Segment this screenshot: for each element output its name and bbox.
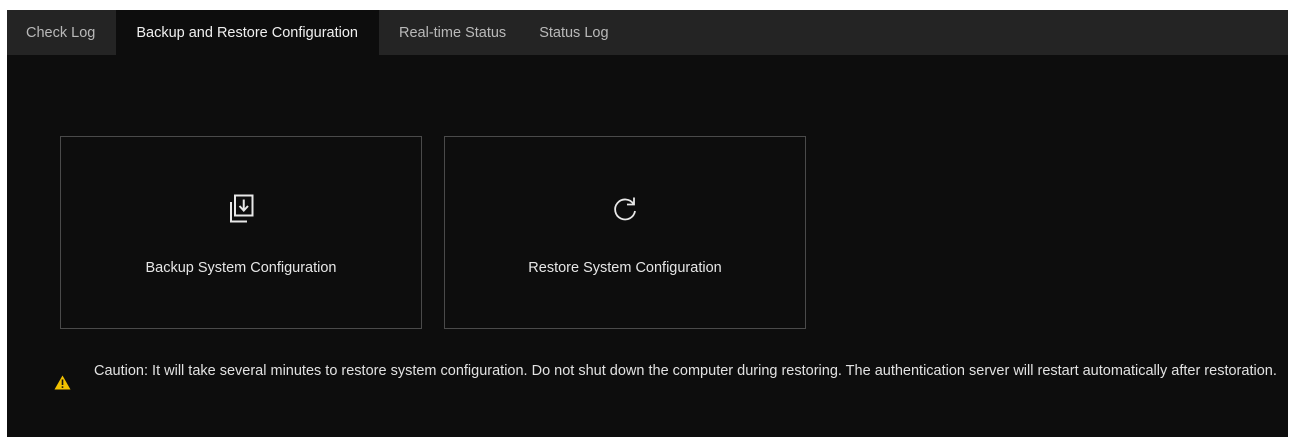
window-frame: Check Log Backup and Restore Configurati… (0, 0, 1295, 437)
caution-text: Caution: It will take several minutes to… (94, 363, 1277, 379)
tab-check-log[interactable]: Check Log (7, 10, 116, 55)
main-panel: Check Log Backup and Restore Configurati… (7, 10, 1288, 437)
restore-refresh-icon (614, 197, 636, 221)
restore-system-configuration-button[interactable]: Restore System Configuration (444, 136, 806, 329)
backup-system-configuration-button[interactable]: Backup System Configuration (60, 136, 422, 329)
warning-icon (54, 375, 71, 390)
tab-bar: Check Log Backup and Restore Configurati… (7, 10, 1288, 55)
restore-button-label: Restore System Configuration (528, 260, 722, 276)
tab-backup-restore-configuration[interactable]: Backup and Restore Configuration (116, 10, 379, 55)
tab-real-time-status[interactable]: Real-time Status (379, 10, 520, 55)
tab-status-log[interactable]: Status Log (520, 10, 626, 55)
backup-button-label: Backup System Configuration (145, 260, 337, 276)
backup-download-icon (230, 194, 254, 223)
